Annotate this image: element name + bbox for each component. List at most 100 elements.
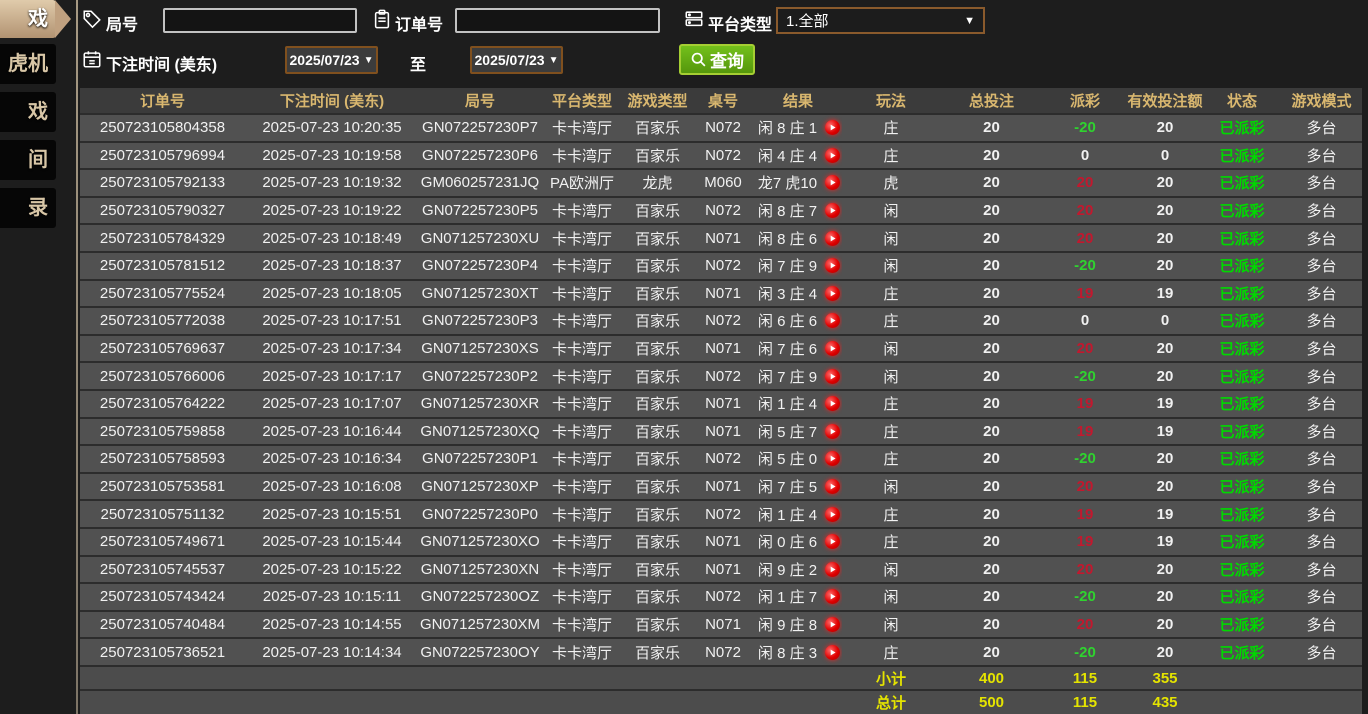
order-no-cell: 250723105743424	[80, 584, 245, 610]
play-video-icon[interactable]	[825, 396, 840, 411]
table-no-cell: N071	[692, 557, 754, 583]
play-video-icon[interactable]	[825, 617, 840, 632]
search-button[interactable]: 查询	[679, 44, 755, 75]
table-no-cell: N072	[692, 446, 754, 472]
game-mode-cell: 多台	[1281, 391, 1362, 417]
play-video-icon[interactable]	[825, 341, 840, 356]
column-header: 游戏类型	[623, 88, 692, 113]
play-video-icon[interactable]	[825, 424, 840, 439]
sidebar-item-active[interactable]: 戏	[0, 0, 56, 38]
sidebar-item-label: 戏	[28, 101, 48, 123]
table-no-cell: N071	[692, 391, 754, 417]
round-no-cell: GN072257230P7	[419, 115, 541, 141]
table-row: 2507231057815122025-07-23 10:18:37GN0722…	[80, 253, 1362, 281]
play-video-icon[interactable]	[825, 231, 840, 246]
total-bet-cell: 20	[940, 281, 1043, 307]
sidebar-item[interactable]: 虎机	[0, 44, 56, 84]
sidebar-item-label: 间	[28, 149, 48, 171]
play-video-icon[interactable]	[825, 120, 840, 135]
round-no-cell: GN072257230P0	[419, 501, 541, 527]
sidebar-item[interactable]: 间	[0, 140, 56, 180]
order-no-cell: 250723105753581	[80, 474, 245, 500]
play-type-cell: 庄	[842, 391, 940, 417]
play-video-icon[interactable]	[825, 258, 840, 273]
play-video-icon[interactable]	[825, 203, 840, 218]
date-to-picker[interactable]: 2025/07/23 ▼	[470, 46, 563, 74]
play-video-icon[interactable]	[825, 148, 840, 163]
table-no-cell: N072	[692, 253, 754, 279]
sidebar-item[interactable]: 戏	[0, 92, 56, 132]
result-text: 闲 5 庄 0	[754, 448, 821, 469]
play-video-icon[interactable]	[825, 369, 840, 384]
result-text: 闲 8 庄 3	[754, 642, 821, 663]
status-badge: 已派彩	[1203, 253, 1281, 279]
play-type-cell: 闲	[842, 584, 940, 610]
game-type-cell: 百家乐	[623, 225, 692, 251]
bet-time-cell: 2025-07-23 10:14:55	[245, 612, 419, 638]
round-no-input[interactable]	[163, 8, 357, 33]
payout-cell: 20	[1043, 557, 1127, 583]
order-no-input[interactable]	[455, 8, 660, 33]
valid-bet-cell: 20	[1127, 253, 1203, 279]
date-from-picker[interactable]: 2025/07/23 ▼	[285, 46, 378, 74]
play-video-icon[interactable]	[825, 175, 840, 190]
bet-time-cell: 2025-07-23 10:18:05	[245, 281, 419, 307]
result-cell: 闲 1 庄 7	[754, 584, 842, 610]
table-row: 2507231057511322025-07-23 10:15:51GN0722…	[80, 501, 1362, 529]
sidebar: 戏 虎机 戏 间 录	[0, 0, 78, 714]
total-bet-cell: 20	[940, 391, 1043, 417]
bet-time-cell: 2025-07-23 10:18:49	[245, 225, 419, 251]
valid-bet-cell: 20	[1127, 363, 1203, 389]
platform-cell: PA欧洲厅	[541, 170, 623, 196]
play-video-icon[interactable]	[825, 534, 840, 549]
payout-cell: 19	[1043, 529, 1127, 555]
column-header: 状态	[1203, 88, 1281, 113]
round-no-cell: GN072257230P2	[419, 363, 541, 389]
play-video-icon[interactable]	[825, 479, 840, 494]
play-type-cell: 庄	[842, 501, 940, 527]
game-type-cell: 百家乐	[623, 612, 692, 638]
round-no-cell: GN071257230XQ	[419, 419, 541, 445]
bet-time-cell: 2025-07-23 10:17:07	[245, 391, 419, 417]
result-cell: 闲 7 庄 6	[754, 336, 842, 362]
round-no-cell: GN071257230XR	[419, 391, 541, 417]
table-no-cell: N071	[692, 419, 754, 445]
platform-cell: 卡卡湾厅	[541, 474, 623, 500]
table-no-cell: N071	[692, 336, 754, 362]
play-video-icon[interactable]	[825, 451, 840, 466]
sidebar-item[interactable]: 录	[0, 188, 56, 228]
platform-cell: 卡卡湾厅	[541, 336, 623, 362]
payout-cell: -20	[1043, 446, 1127, 472]
valid-bet-cell: 19	[1127, 391, 1203, 417]
column-header: 下注时间 (美东)	[245, 88, 419, 113]
bet-time-cell: 2025-07-23 10:17:34	[245, 336, 419, 362]
order-no-cell: 250723105792133	[80, 170, 245, 196]
order-no-cell: 250723105790327	[80, 198, 245, 224]
result-text: 闲 7 庄 9	[754, 255, 821, 276]
tag-icon	[82, 9, 102, 29]
table-row: 2507231057642222025-07-23 10:17:07GN0712…	[80, 391, 1362, 419]
play-video-icon[interactable]	[825, 589, 840, 604]
play-type-cell: 庄	[842, 308, 940, 334]
status-badge: 已派彩	[1203, 225, 1281, 251]
game-mode-cell: 多台	[1281, 225, 1362, 251]
valid-bet-cell: 19	[1127, 281, 1203, 307]
play-video-icon[interactable]	[825, 562, 840, 577]
status-badge: 已派彩	[1203, 308, 1281, 334]
table-no-cell: N072	[692, 143, 754, 169]
play-video-icon[interactable]	[825, 507, 840, 522]
platform-type-select[interactable]: 1.全部 ▼	[776, 7, 985, 34]
play-video-icon[interactable]	[825, 645, 840, 660]
valid-bet-cell: 20	[1127, 446, 1203, 472]
valid-bet-cell: 0	[1127, 308, 1203, 334]
table-no-cell: N072	[692, 363, 754, 389]
result-text: 闲 8 庄 7	[754, 200, 821, 221]
table-row: 2507231057365212025-07-23 10:14:34GN0722…	[80, 639, 1362, 667]
play-video-icon[interactable]	[825, 313, 840, 328]
order-no-label: 订单号	[395, 11, 443, 35]
play-video-icon[interactable]	[825, 286, 840, 301]
game-type-cell: 百家乐	[623, 419, 692, 445]
total-bet-cell: 20	[940, 308, 1043, 334]
result-cell: 闲 7 庄 9	[754, 363, 842, 389]
result-text: 闲 7 庄 9	[754, 366, 821, 387]
